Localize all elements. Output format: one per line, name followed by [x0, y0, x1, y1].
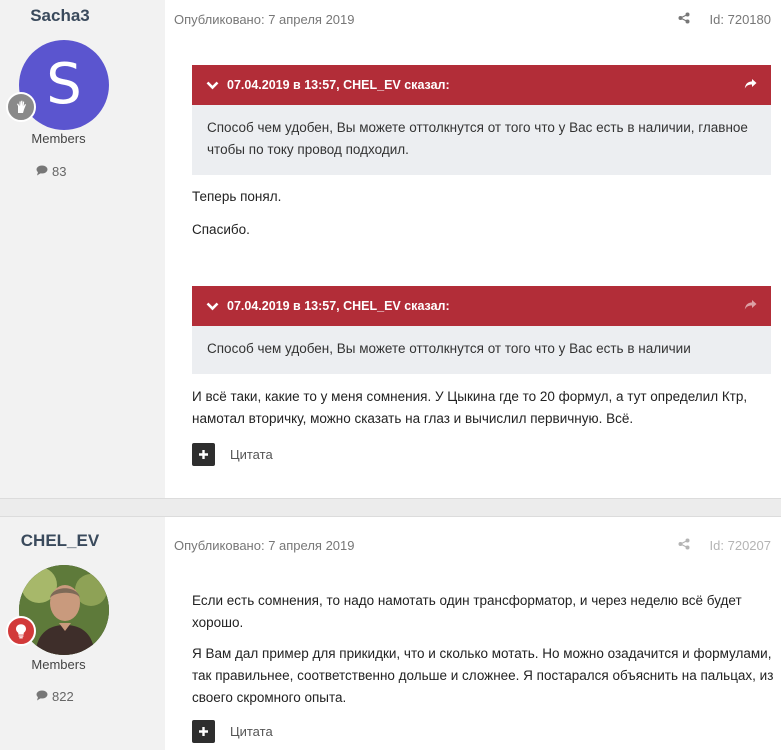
post-meta-right: Id: 720207 [678, 538, 771, 553]
comment-icon [36, 164, 48, 179]
chevron-down-icon[interactable] [206, 302, 219, 311]
comment-icon [36, 689, 48, 704]
hand-badge-icon [6, 92, 36, 122]
post-actions: Цитата [192, 720, 273, 743]
share-icon[interactable] [678, 12, 690, 27]
post-date: Опубликовано: 7 апреля 2019 [174, 538, 355, 553]
post-paragraph: И всё таки, какие то у меня сомнения. У … [192, 389, 748, 426]
avatar[interactable] [19, 565, 109, 655]
quote-block: 07.04.2019 в 13:57, CHEL_EV сказал: Спос… [192, 286, 771, 374]
quote-body: Способ чем удобен, Вы можете оттолкнутся… [207, 120, 748, 157]
post-paragraph: Теперь понял. [192, 189, 282, 204]
chevron-down-icon[interactable] [206, 81, 219, 90]
reply-arrow-icon[interactable] [744, 299, 757, 314]
plus-icon[interactable] [192, 443, 215, 466]
quote-button[interactable]: Цитата [230, 447, 273, 462]
author-panel: Sacha3 S Members 83 [0, 0, 165, 498]
author-name[interactable]: Sacha3 [0, 6, 120, 26]
author-name[interactable]: CHEL_EV [0, 531, 120, 551]
reply-arrow-icon[interactable] [744, 78, 757, 93]
quote-header-text: 07.04.2019 в 13:57, CHEL_EV сказал: [227, 78, 450, 92]
post: Sacha3 S Members 83 Опубликовано: 7 апре… [0, 0, 781, 498]
plus-icon[interactable] [192, 720, 215, 743]
post-count: 83 [36, 164, 66, 179]
post-meta-right: Id: 720180 [678, 12, 771, 27]
post-id[interactable]: Id: 720207 [710, 538, 771, 553]
quote-header[interactable]: 07.04.2019 в 13:57, CHEL_EV сказал: [192, 286, 771, 326]
quote-body: Способ чем удобен, Вы можете оттолкнутся… [207, 341, 691, 356]
author-role: Members [31, 131, 86, 146]
post: CHEL_EV Members 822 Опубликовано: 7 апре… [0, 517, 781, 750]
quote-header-text: 07.04.2019 в 13:57, CHEL_EV сказал: [227, 299, 450, 313]
post-count: 822 [36, 689, 74, 704]
post-count-value: 83 [52, 164, 67, 179]
post-id[interactable]: Id: 720180 [710, 12, 771, 27]
post-paragraph: Я Вам дал пример для прикидки, что и ско… [192, 646, 774, 705]
post-paragraph: Спасибо. [192, 222, 250, 237]
post-separator [0, 498, 781, 517]
share-icon[interactable] [678, 538, 690, 553]
bulb-badge-icon [6, 616, 36, 646]
quote-header[interactable]: 07.04.2019 в 13:57, CHEL_EV сказал: [192, 65, 771, 105]
post-actions: Цитата [192, 443, 273, 466]
post-date: Опубликовано: 7 апреля 2019 [174, 12, 355, 27]
quote-block: 07.04.2019 в 13:57, CHEL_EV сказал: Спос… [192, 65, 771, 175]
quote-button[interactable]: Цитата [230, 724, 273, 739]
post-count-value: 822 [52, 689, 74, 704]
post-paragraph: Если есть сомнения, то надо намотать оди… [192, 593, 742, 630]
author-panel: CHEL_EV Members 822 [0, 517, 165, 750]
author-role: Members [31, 657, 86, 672]
